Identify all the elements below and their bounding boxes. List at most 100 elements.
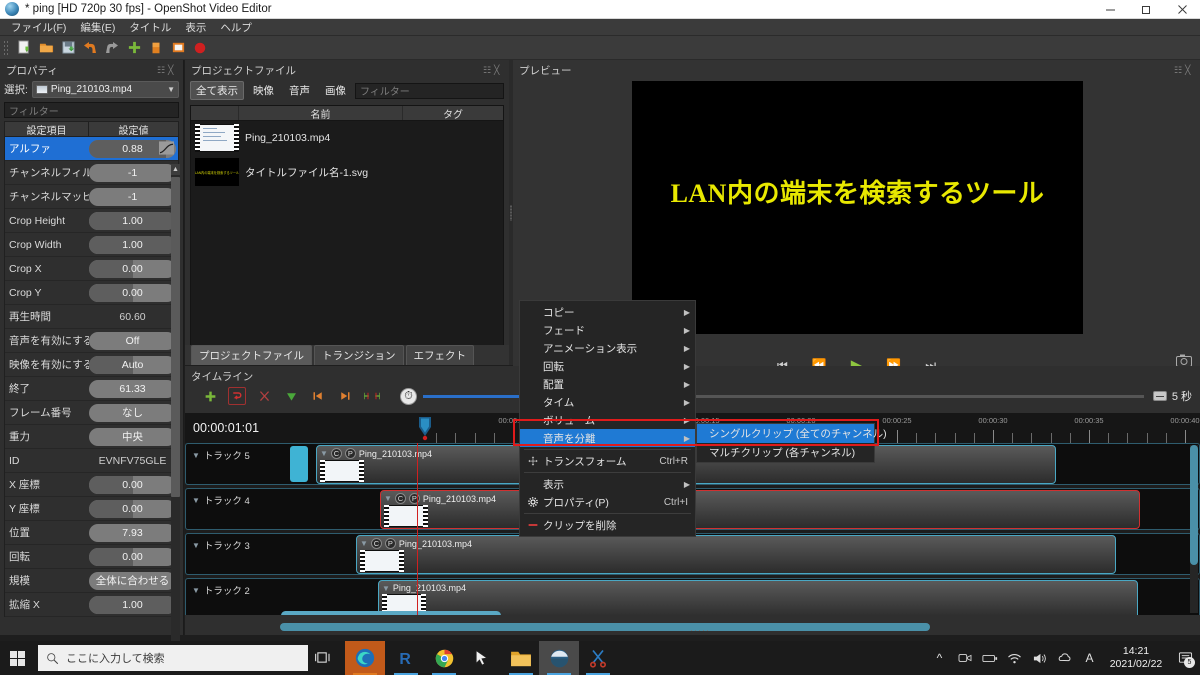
timeline-clip[interactable]: ▼ C P Ping_210103.mp4	[380, 490, 1140, 529]
properties-table-body[interactable]: アルファ 0.88 チャンネルフィルター -1 チャンネルマッピング -1 Crop Hei…	[4, 137, 179, 617]
property-value-cell[interactable]: 0.88	[89, 139, 176, 158]
properties-scrollbar[interactable]: ▲ ▼	[171, 164, 180, 662]
filter-audio-button[interactable]: 音声	[283, 81, 316, 100]
clip-context-menu[interactable]: コピー ▶ フェード ▶ アニメーション表示 ▶ 回転 ▶ 配置 ▶ タイム ▶ ボリューム ▶ 音声を分離…	[519, 300, 696, 537]
onedrive-icon[interactable]	[1052, 641, 1077, 675]
property-row[interactable]: 再生時間 60.60	[5, 305, 178, 329]
filter-video-button[interactable]: 映像	[247, 81, 280, 100]
context-menu-item[interactable]: 配置 ▶	[520, 375, 695, 393]
redo-icon[interactable]	[101, 38, 123, 58]
timeline-track[interactable]: ▼ トラック 3 ▼ C P Ping_210103.mp4	[185, 533, 1200, 575]
scroll-up-arrow[interactable]: ▲	[171, 164, 180, 175]
list-item[interactable]: Ping_210103.mp4	[191, 121, 503, 155]
project-files-list[interactable]: 名前 タグ Ping_210103.mp4 LAN内の端末を検索するツール タイ…	[190, 105, 504, 350]
property-value-cell[interactable]: 60.60	[89, 311, 176, 323]
context-menu-item[interactable]: アニメーション表示 ▶	[520, 339, 695, 357]
timeline-zoom-slider[interactable]: ⏱	[400, 387, 1144, 405]
property-row[interactable]: Y 座標 0.00	[5, 497, 178, 521]
property-value-cell[interactable]: 0.00	[89, 259, 176, 278]
context-menu-item[interactable]: プロパティ(P) Ctrl+I	[520, 493, 695, 511]
import-files-icon[interactable]	[123, 38, 145, 58]
keyframe-curve-icon[interactable]	[159, 140, 174, 155]
property-value-cell[interactable]: 中央	[89, 427, 176, 446]
minimize-button[interactable]	[1092, 0, 1128, 19]
scrollbar-thumb[interactable]	[1190, 445, 1198, 565]
chrome-icon[interactable]	[424, 641, 464, 675]
property-value-cell[interactable]: 1.00	[89, 595, 176, 614]
resize-grip[interactable]: ·····	[690, 625, 710, 635]
undo-icon[interactable]	[79, 38, 101, 58]
chevron-down-icon[interactable]: ▼	[360, 539, 368, 548]
timeline-clip[interactable]: ▼ C P Ping_210103.mp4	[356, 535, 1116, 574]
property-row[interactable]: 終了 61.33	[5, 377, 178, 401]
context-menu-item[interactable]: コピー ▶	[520, 303, 695, 321]
property-row[interactable]: Crop Height 1.00	[5, 209, 178, 233]
property-row[interactable]: 映像を有効にする Auto	[5, 353, 178, 377]
property-value-cell[interactable]: EVNFV75GLE	[89, 455, 176, 467]
snap-toggle-button[interactable]	[228, 387, 246, 405]
property-value-cell[interactable]: なし	[89, 403, 176, 422]
timeline-vertical-scrollbar[interactable]	[1190, 445, 1198, 613]
context-menu-item[interactable]: ボリューム ▶	[520, 411, 695, 429]
context-menu-item[interactable]: 回転 ▶	[520, 357, 695, 375]
clip-badge-p[interactable]: P	[408, 493, 420, 504]
undock-icon[interactable]: ☷	[157, 66, 166, 75]
list-item[interactable]: LAN内の端末を検索するツール タイトルファイル名-1.svg	[191, 155, 503, 189]
open-project-icon[interactable]	[35, 38, 57, 58]
property-value-cell[interactable]: -1	[89, 187, 176, 206]
separate-audio-submenu[interactable]: シングルクリップ (全てのチャンネル) マルチクリップ (各チャンネル)	[696, 423, 887, 463]
submenu-item[interactable]: シングルクリップ (全てのチャンネル)	[697, 424, 887, 443]
previous-marker-button[interactable]	[309, 387, 327, 405]
property-value-cell[interactable]: Off	[89, 331, 176, 350]
properties-filter-input[interactable]: フィルター	[4, 102, 179, 118]
context-menu-item[interactable]: 表示 ▶	[520, 475, 695, 493]
playhead-handle[interactable]	[417, 415, 433, 441]
property-value-cell[interactable]: 0.00	[89, 499, 176, 518]
property-row[interactable]: ID EVNFV75GLE	[5, 449, 178, 473]
search-input[interactable]: ここに入力して検索	[38, 645, 308, 671]
property-row[interactable]: チャンネルマッピング -1	[5, 185, 178, 209]
property-row[interactable]: アルファ 0.88	[5, 137, 178, 161]
edge-icon[interactable]	[345, 641, 385, 675]
close-panel-icon[interactable]: ╳	[494, 66, 503, 75]
snip-tool-icon[interactable]	[578, 641, 618, 675]
menu-view[interactable]: 表示	[178, 19, 213, 36]
property-row[interactable]: 拡縮 X 1.00	[5, 593, 178, 617]
taskview-icon[interactable]	[315, 651, 330, 667]
clip-badge-c[interactable]: C	[330, 448, 342, 459]
cursor-app-icon[interactable]	[462, 641, 502, 675]
scrollbar-thumb[interactable]	[280, 623, 930, 631]
submenu-item[interactable]: マルチクリップ (各チャンネル)	[697, 443, 874, 462]
filter-all-button[interactable]: 全て表示	[190, 81, 244, 100]
undock-icon[interactable]: ☷	[483, 66, 492, 75]
chevron-down-icon[interactable]: ▼	[192, 541, 200, 550]
close-panel-icon[interactable]: ╳	[1185, 66, 1194, 75]
property-value-cell[interactable]: 0.00	[89, 547, 176, 566]
property-row[interactable]: Crop Y 0.00	[5, 281, 178, 305]
context-menu-item[interactable]: 音声を分離 ▶	[520, 429, 695, 447]
volume-icon[interactable]	[1027, 641, 1052, 675]
property-row[interactable]: X 座標 0.00	[5, 473, 178, 497]
start-button[interactable]	[10, 651, 25, 666]
tab-effects[interactable]: エフェクト	[405, 345, 474, 365]
property-value-cell[interactable]: 61.33	[89, 379, 176, 398]
maximize-button[interactable]	[1128, 0, 1164, 19]
close-panel-icon[interactable]: ╳	[168, 66, 177, 75]
close-button[interactable]	[1164, 0, 1200, 19]
property-row[interactable]: 重力 中央	[5, 425, 178, 449]
tab-transitions[interactable]: トランジション	[314, 345, 404, 365]
property-value-cell[interactable]: 全体に合わせる	[89, 571, 176, 590]
record-icon[interactable]	[189, 38, 211, 58]
property-row[interactable]: 規模 全体に合わせる	[5, 569, 178, 593]
property-row[interactable]: Crop X 0.00	[5, 257, 178, 281]
menu-help[interactable]: ヘルプ	[213, 19, 259, 36]
save-project-icon[interactable]	[57, 38, 79, 58]
filter-image-button[interactable]: 画像	[319, 81, 352, 100]
timeline-clip[interactable]: ▼ Ping_210103.mp4	[378, 580, 1138, 615]
property-row[interactable]: 位置 7.93	[5, 521, 178, 545]
chevron-down-icon[interactable]: ▼	[192, 496, 200, 505]
add-track-button[interactable]	[201, 387, 219, 405]
property-row[interactable]: 回転 0.00	[5, 545, 178, 569]
property-value-cell[interactable]: 0.00	[89, 283, 176, 302]
new-project-icon[interactable]	[13, 38, 35, 58]
